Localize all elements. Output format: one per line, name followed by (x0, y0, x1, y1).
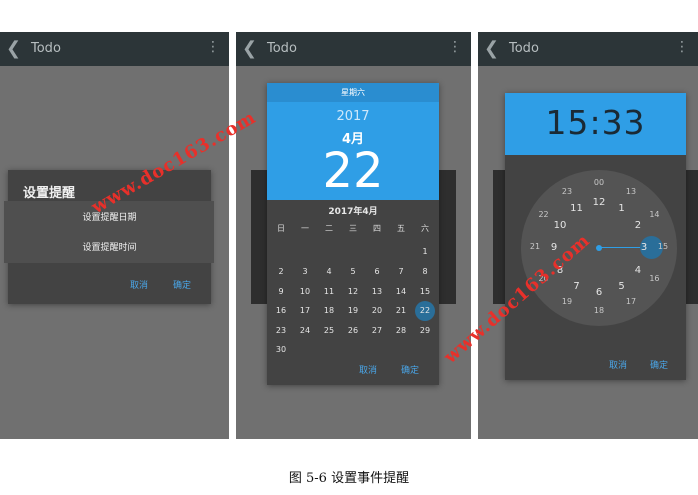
app-bar: ❮ Todo ⋮ (236, 32, 471, 66)
back-arrow-icon[interactable]: ❮ (484, 38, 499, 59)
calendar-day[interactable]: 4 (317, 267, 341, 276)
calendar-day[interactable]: 15 (413, 287, 437, 296)
clock-hour-number[interactable]: 13 (622, 187, 640, 196)
overflow-menu-icon[interactable]: ⋮ (448, 40, 462, 54)
clock-hour-number[interactable]: 21 (526, 242, 544, 251)
calendar-month-label: 2017年4月 (328, 207, 378, 217)
day-label: 22 (322, 143, 384, 199)
calendar-day[interactable]: 11 (317, 287, 341, 296)
clock-hour-number[interactable]: 7 (568, 281, 586, 292)
app-title: Todo (267, 41, 297, 56)
clock-hour-number[interactable]: 16 (645, 274, 663, 283)
clock-hour-number[interactable]: 22 (535, 210, 553, 219)
calendar-day[interactable]: 19 (341, 306, 365, 315)
screen-1: ❮ Todo ⋮ 设置提醒 设置提醒日期 设置提醒时间 取消 确定 (0, 32, 229, 439)
calendar-day[interactable]: 25 (317, 326, 341, 335)
weekday-heading: 五 (397, 224, 405, 233)
screen-2: ❮ Todo ⋮ 星期六 2017 4月 22 2017年4月 日 一 二 三 四 五 六 1… (236, 32, 471, 439)
weekday-label: 星期六 (267, 83, 439, 102)
calendar-day[interactable]: 13 (365, 287, 389, 296)
clock-hour-number[interactable]: 00 (590, 178, 608, 187)
calendar-day[interactable]: 28 (389, 326, 413, 335)
calendar-day[interactable]: 2 (269, 267, 293, 276)
calendar-day[interactable]: 10 (293, 287, 317, 296)
clock-hour-number[interactable]: 5 (613, 281, 631, 292)
set-reminder-time-option[interactable]: 设置提醒时间 (8, 240, 211, 253)
clock-hour-number[interactable]: 3 (635, 242, 653, 253)
clock-hour-number[interactable]: 10 (551, 220, 569, 231)
calendar-day[interactable]: 24 (293, 326, 317, 335)
time-separator: : (589, 103, 602, 142)
calendar-day[interactable]: 21 (389, 306, 413, 315)
clock-hour-number[interactable]: 15 (654, 242, 672, 251)
calendar-day[interactable]: 26 (341, 326, 365, 335)
calendar-day[interactable]: 5 (341, 267, 365, 276)
ok-button[interactable]: 确定 (650, 358, 668, 371)
clock-hour-number[interactable]: 14 (645, 210, 663, 219)
calendar-day[interactable]: 27 (365, 326, 389, 335)
figure-caption: 图 5-6 设置事件提醒 (288, 471, 410, 486)
app-title: Todo (509, 41, 539, 56)
calendar-day[interactable]: 18 (317, 306, 341, 315)
calendar-day[interactable]: 1 (413, 247, 437, 256)
overflow-menu-icon[interactable]: ⋮ (206, 40, 220, 54)
overflow-menu-icon[interactable]: ⋮ (675, 40, 689, 54)
clock-hour-number[interactable]: 17 (622, 297, 640, 306)
date-header: 星期六 2017 4月 22 (267, 83, 439, 200)
calendar-day[interactable]: 22 (413, 306, 437, 315)
clock-hour-number[interactable]: 19 (558, 297, 576, 306)
calendar-day[interactable]: 29 (413, 326, 437, 335)
calendar-day[interactable]: 16 (269, 306, 293, 315)
clock-hour-number[interactable]: 18 (590, 306, 608, 315)
calendar-day[interactable]: 30 (269, 345, 293, 354)
clock-hour-number[interactable]: 23 (558, 187, 576, 196)
time-header: 15:33 (505, 93, 686, 155)
clock-hour-number[interactable]: 1 (613, 203, 631, 214)
weekday-heading: 三 (349, 224, 357, 233)
screen-3: ❮ Todo ⋮ 15:33 12 1 2 3 4 5 6 7 8 9 10 11 00 13 14 15 16… (478, 32, 698, 439)
app-title: Todo (31, 41, 61, 56)
back-arrow-icon[interactable]: ❮ (6, 38, 21, 59)
app-bar: ❮ Todo ⋮ (478, 32, 698, 66)
clock-hour-number[interactable]: 6 (590, 287, 608, 298)
calendar-day[interactable]: 8 (413, 267, 437, 276)
calendar-day[interactable]: 7 (389, 267, 413, 276)
weekday-heading: 日 (277, 224, 285, 233)
year-label[interactable]: 2017 (267, 109, 439, 124)
calendar-day[interactable]: 3 (293, 267, 317, 276)
weekday-heading: 一 (301, 224, 309, 233)
calendar-day[interactable]: 23 (269, 326, 293, 335)
cancel-button[interactable]: 取消 (609, 358, 627, 371)
app-bar: ❮ Todo ⋮ (0, 32, 229, 66)
clock-center-dot (596, 245, 602, 251)
minute-value[interactable]: 33 (602, 103, 646, 142)
clock-face[interactable]: 12 1 2 3 4 5 6 7 8 9 10 11 00 13 14 15 16 17 18 19 20 21 22 23 (521, 170, 677, 326)
calendar-day[interactable]: 6 (365, 267, 389, 276)
back-arrow-icon[interactable]: ❮ (242, 38, 257, 59)
dialog-title: 设置提醒 (23, 186, 76, 201)
weekday-heading: 六 (421, 224, 429, 233)
time-picker-dialog: 15:33 12 1 2 3 4 5 6 7 8 9 10 11 00 13 14 15 16 17 18 19 20 2… (505, 93, 686, 380)
ok-button[interactable]: 确定 (173, 278, 191, 291)
ok-button[interactable]: 确定 (401, 363, 419, 376)
calendar-day[interactable]: 14 (389, 287, 413, 296)
hour-value[interactable]: 15 (545, 103, 589, 142)
weekday-heading: 二 (325, 224, 333, 233)
clock-hour-number[interactable]: 2 (629, 220, 647, 231)
time-display: 15:33 (505, 103, 686, 142)
clock-hour-number[interactable]: 11 (568, 203, 586, 214)
calendar-day[interactable]: 20 (365, 306, 389, 315)
calendar-day[interactable]: 9 (269, 287, 293, 296)
set-reminder-date-option[interactable]: 设置提醒日期 (8, 210, 211, 223)
clock-hour-number[interactable]: 4 (629, 265, 647, 276)
cancel-button[interactable]: 取消 (359, 363, 377, 376)
cancel-button[interactable]: 取消 (130, 278, 148, 291)
clock-hour-number[interactable]: 12 (590, 197, 608, 208)
date-picker-dialog: 星期六 2017 4月 22 2017年4月 日一二三四五六1234567891… (267, 83, 439, 385)
weekday-heading: 四 (373, 224, 381, 233)
calendar-day[interactable]: 12 (341, 287, 365, 296)
calendar-day[interactable]: 17 (293, 306, 317, 315)
